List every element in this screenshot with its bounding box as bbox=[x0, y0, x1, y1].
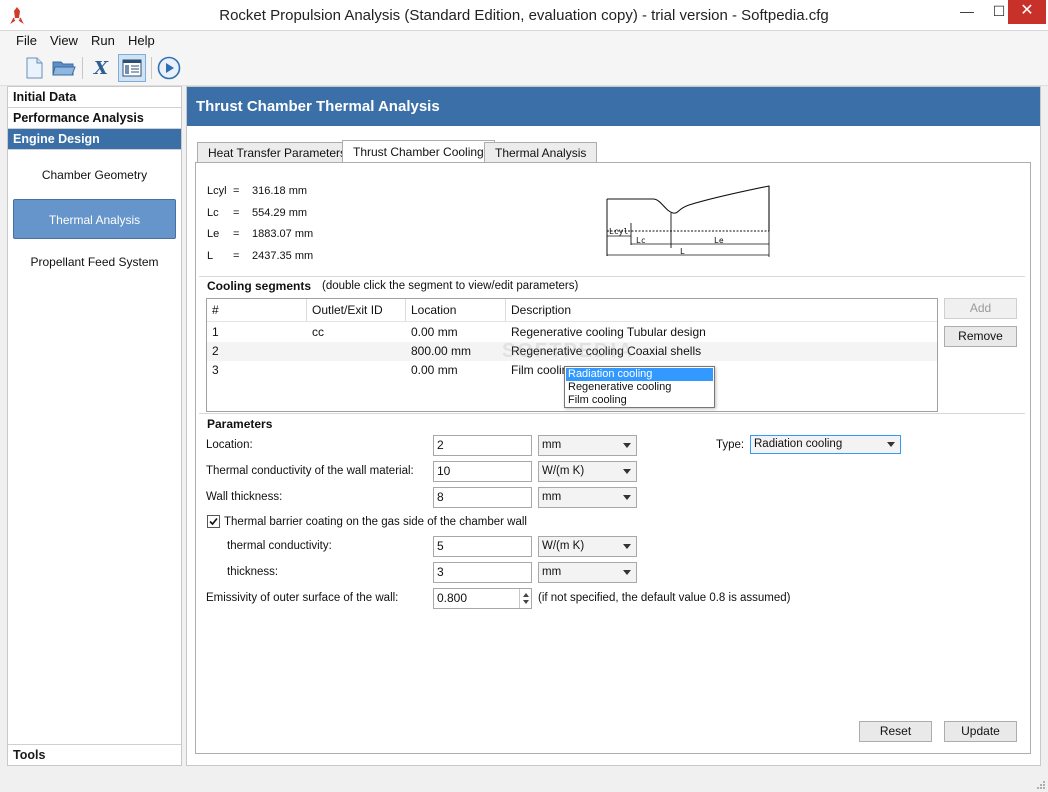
chevron-down-icon bbox=[623, 544, 631, 549]
diagram-label-lc: Lc bbox=[636, 236, 646, 245]
close-button[interactable]: ✕ bbox=[1008, 0, 1046, 24]
menu-bar: File View Run Help bbox=[0, 31, 1048, 51]
menu-help[interactable]: Help bbox=[128, 33, 155, 48]
report-icon bbox=[122, 59, 142, 77]
nav-section-initial-data[interactable]: Initial Data bbox=[8, 87, 181, 108]
tbc-conductivity-label: thermal conductivity: bbox=[227, 540, 332, 552]
chevron-down-icon bbox=[623, 570, 631, 575]
new-file-button[interactable] bbox=[20, 54, 48, 82]
window-title: Rocket Propulsion Analysis (Standard Edi… bbox=[219, 7, 829, 24]
menu-run[interactable]: Run bbox=[91, 33, 115, 48]
tab-heat-transfer-parameters[interactable]: Heat Transfer Parameters bbox=[197, 142, 358, 163]
toolbar-separator bbox=[82, 57, 83, 79]
formula-icon: X bbox=[94, 57, 108, 79]
dropdown-option-regenerative-cooling[interactable]: Regenerative cooling bbox=[566, 381, 713, 394]
page-title: Thrust Chamber Thermal Analysis bbox=[187, 87, 1040, 126]
thermal-barrier-checkbox[interactable] bbox=[207, 515, 220, 528]
main-area: Thrust Chamber Thermal Analysis Heat Tra… bbox=[186, 86, 1041, 766]
menu-view[interactable]: View bbox=[50, 33, 78, 48]
cooling-segments-hint: (double click the segment to view/edit p… bbox=[322, 280, 579, 292]
menu-file[interactable]: File bbox=[16, 33, 37, 48]
column-header-description[interactable]: Description bbox=[506, 299, 937, 322]
update-button[interactable]: Update bbox=[944, 721, 1017, 742]
emissivity-label: Emissivity of outer surface of the wall: bbox=[206, 592, 399, 604]
open-folder-icon bbox=[52, 61, 76, 76]
spin-buttons[interactable] bbox=[519, 589, 531, 608]
tbc-conductivity-input[interactable]: 5 bbox=[433, 536, 532, 557]
wall-thickness-input[interactable]: 8 bbox=[433, 487, 532, 508]
spin-arrows-icon bbox=[523, 593, 529, 604]
add-segment-button[interactable]: Add bbox=[944, 298, 1017, 319]
chamber-contour-diagram: Lcyl Lc Le L bbox=[606, 185, 770, 257]
emissivity-note: (if not specified, the default value 0.8… bbox=[538, 592, 791, 604]
formula-button[interactable]: X bbox=[87, 54, 115, 82]
nav-section-performance-analysis[interactable]: Performance Analysis bbox=[8, 108, 181, 129]
dropdown-option-film-cooling[interactable]: Film cooling bbox=[566, 394, 713, 407]
remove-segment-button[interactable]: Remove bbox=[944, 326, 1017, 347]
cooling-type-select[interactable]: Radiation cooling bbox=[750, 435, 901, 454]
wall-conductivity-unit-select[interactable]: W/(m K) bbox=[538, 461, 637, 482]
resize-grip-icon[interactable] bbox=[1036, 780, 1046, 790]
tbc-conductivity-unit-select[interactable]: W/(m K) bbox=[538, 536, 637, 557]
open-folder-button[interactable] bbox=[50, 54, 78, 82]
diagram-label-l: L bbox=[680, 247, 685, 256]
reset-button[interactable]: Reset bbox=[859, 721, 932, 742]
nav-section-tools[interactable]: Tools bbox=[8, 744, 181, 765]
column-header-outlet-exit-id[interactable]: Outlet/Exit ID bbox=[307, 299, 406, 322]
chevron-down-icon bbox=[623, 495, 631, 500]
chevron-down-icon bbox=[887, 442, 895, 447]
new-file-icon bbox=[26, 57, 43, 79]
diagram-label-le: Le bbox=[714, 236, 724, 245]
chevron-down-icon bbox=[623, 443, 631, 448]
tbc-thickness-label: thickness: bbox=[227, 566, 279, 578]
dimension-lc: Lc = 554.29 mm bbox=[207, 207, 308, 219]
wall-thickness-unit-select[interactable]: mm bbox=[538, 487, 637, 508]
wall-conductivity-label: Thermal conductivity of the wall materia… bbox=[206, 465, 414, 477]
nav-item-propellant-feed-system[interactable]: Propellant Feed System bbox=[13, 242, 176, 282]
tbc-thickness-unit-select[interactable]: mm bbox=[538, 562, 637, 583]
column-header-location[interactable]: Location bbox=[406, 299, 506, 322]
report-view-button[interactable] bbox=[118, 54, 146, 82]
cooling-segments-title: Cooling segments bbox=[207, 279, 312, 293]
chevron-down-icon bbox=[623, 469, 631, 474]
softpedia-watermark: SOFTPEDIA bbox=[502, 340, 635, 362]
run-button[interactable] bbox=[155, 54, 183, 82]
location-unit-select[interactable]: mm bbox=[538, 435, 637, 456]
tbc-thickness-input[interactable]: 3 bbox=[433, 562, 532, 583]
title-bar: Rocket Propulsion Analysis (Standard Edi… bbox=[0, 0, 1048, 31]
dimension-l: L = 2437.35 mm bbox=[207, 250, 314, 262]
location-label: Location: bbox=[206, 439, 253, 451]
divider bbox=[199, 276, 1025, 277]
thermal-barrier-label[interactable]: Thermal barrier coating on the gas side … bbox=[224, 516, 527, 528]
cooling-type-dropdown-list[interactable]: Radiation cooling Regenerative cooling F… bbox=[564, 366, 715, 408]
toolbar-separator bbox=[151, 57, 152, 79]
checkmark-icon bbox=[209, 517, 218, 526]
navigation-sidebar: Initial Data Performance Analysis Engine… bbox=[7, 86, 182, 766]
parameters-title: Parameters bbox=[207, 417, 273, 431]
dimension-le: Le = 1883.07 mm bbox=[207, 228, 314, 240]
wall-conductivity-input[interactable]: 10 bbox=[433, 461, 532, 482]
type-label: Type: bbox=[716, 439, 745, 451]
nav-item-chamber-geometry[interactable]: Chamber Geometry bbox=[13, 155, 176, 195]
diagram-label-lcyl: Lcyl bbox=[609, 227, 628, 236]
cooling-panel: Lcyl = 316.18 mm Lc = 554.29 mm Le = 1883.07 m… bbox=[195, 162, 1031, 754]
dimension-lcyl: Lcyl = 316.18 mm bbox=[207, 185, 308, 197]
nav-item-thermal-analysis[interactable]: Thermal Analysis bbox=[13, 199, 176, 239]
column-header-number[interactable]: # bbox=[207, 299, 307, 322]
toolbar: X bbox=[0, 51, 1048, 86]
dropdown-option-radiation-cooling[interactable]: Radiation cooling bbox=[566, 368, 713, 381]
nav-section-engine-design[interactable]: Engine Design bbox=[8, 129, 181, 150]
tab-thermal-analysis[interactable]: Thermal Analysis bbox=[484, 142, 598, 163]
play-icon bbox=[157, 56, 181, 80]
wall-thickness-label: Wall thickness: bbox=[206, 491, 283, 503]
tab-thrust-chamber-cooling[interactable]: Thrust Chamber Cooling bbox=[342, 140, 495, 163]
minimize-button[interactable]: — bbox=[952, 0, 982, 24]
location-input[interactable]: 2 bbox=[433, 435, 532, 456]
divider bbox=[199, 413, 1025, 414]
emissivity-spinbox[interactable]: 0.800 bbox=[433, 588, 532, 609]
